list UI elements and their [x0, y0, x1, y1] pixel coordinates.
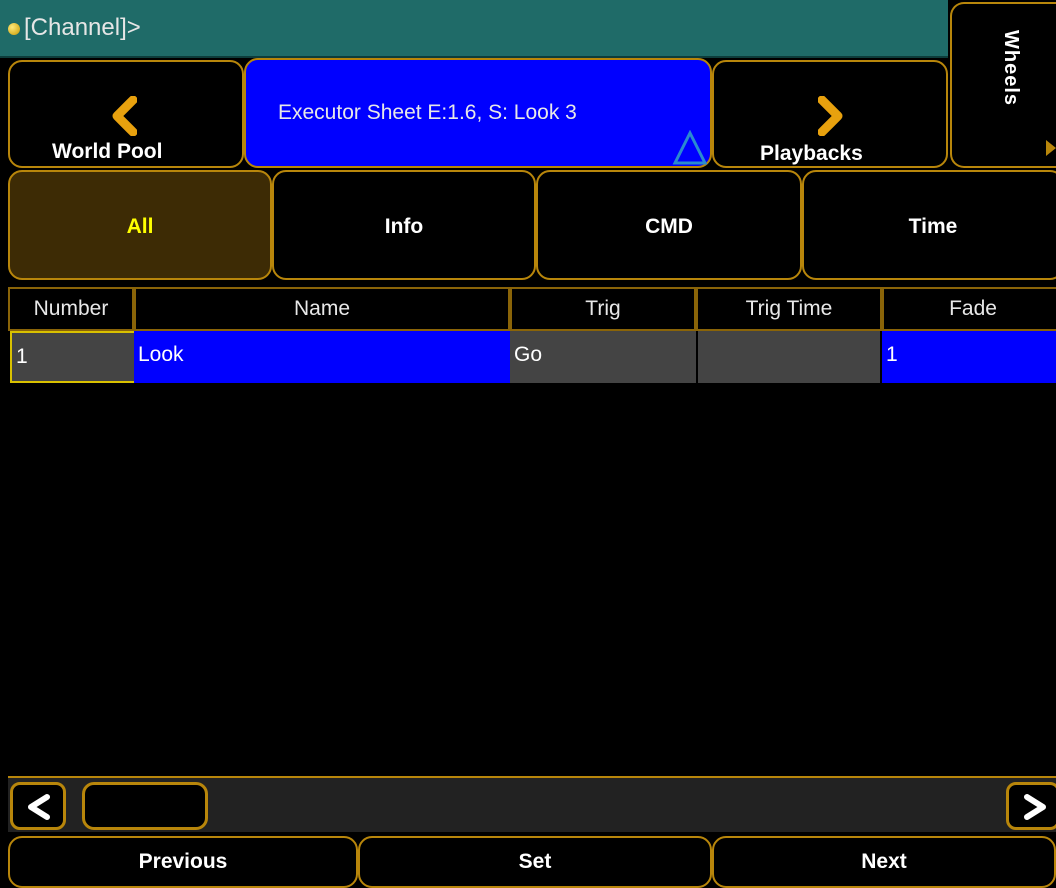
- cell-trig[interactable]: Go: [510, 331, 696, 383]
- command-prompt: [Channel]>: [24, 14, 141, 41]
- tab-all-label: All: [126, 215, 154, 238]
- cell-fade[interactable]: 1: [882, 331, 1056, 383]
- scrollbar-thumb[interactable]: [82, 782, 208, 830]
- wheels-tab-label: Wheels: [1000, 30, 1022, 107]
- sheet-title-text: Executor Sheet E:1.6, S: Look 3: [278, 101, 577, 124]
- world-pool-button[interactable]: World Pool: [8, 60, 244, 168]
- chevron-right-icon: [818, 96, 843, 136]
- playbacks-button[interactable]: Playbacks: [712, 60, 948, 168]
- column-header-fade[interactable]: Fade: [882, 287, 1056, 331]
- scroll-right-button[interactable]: [1006, 782, 1056, 830]
- tab-all[interactable]: All: [8, 170, 272, 280]
- playbacks-label: Playbacks: [760, 142, 863, 165]
- cell-trig-time[interactable]: [698, 331, 880, 383]
- scroll-left-button[interactable]: [10, 782, 66, 830]
- tab-info-label: Info: [384, 215, 424, 238]
- set-button[interactable]: Set: [358, 836, 712, 888]
- tab-cmd-label: CMD: [645, 215, 693, 238]
- wheels-arrow-icon: [1046, 140, 1056, 156]
- scroll-right-icon: [1024, 794, 1046, 820]
- column-header-number[interactable]: Number: [8, 287, 134, 331]
- cell-number[interactable]: 1: [10, 331, 134, 383]
- world-pool-label: World Pool: [52, 140, 163, 163]
- command-line[interactable]: [0, 0, 948, 58]
- previous-label: Previous: [138, 850, 228, 873]
- tab-info[interactable]: Info: [272, 170, 536, 280]
- next-label: Next: [861, 850, 907, 873]
- column-header-name[interactable]: Name: [134, 287, 510, 331]
- column-header-trig-time[interactable]: Trig Time: [696, 287, 882, 331]
- next-button[interactable]: Next: [712, 836, 1056, 888]
- cell-name[interactable]: Look: [134, 331, 510, 383]
- tab-time-label: Time: [908, 215, 958, 238]
- tab-cmd[interactable]: CMD: [536, 170, 802, 280]
- tab-time[interactable]: Time: [802, 170, 1056, 280]
- previous-button[interactable]: Previous: [8, 836, 358, 888]
- chevron-left-icon: [112, 96, 137, 136]
- triangle-up-icon: [672, 130, 708, 165]
- set-label: Set: [518, 850, 552, 873]
- scroll-left-icon: [28, 794, 50, 820]
- column-header-trig[interactable]: Trig: [510, 287, 696, 331]
- status-dot-icon: [8, 23, 20, 35]
